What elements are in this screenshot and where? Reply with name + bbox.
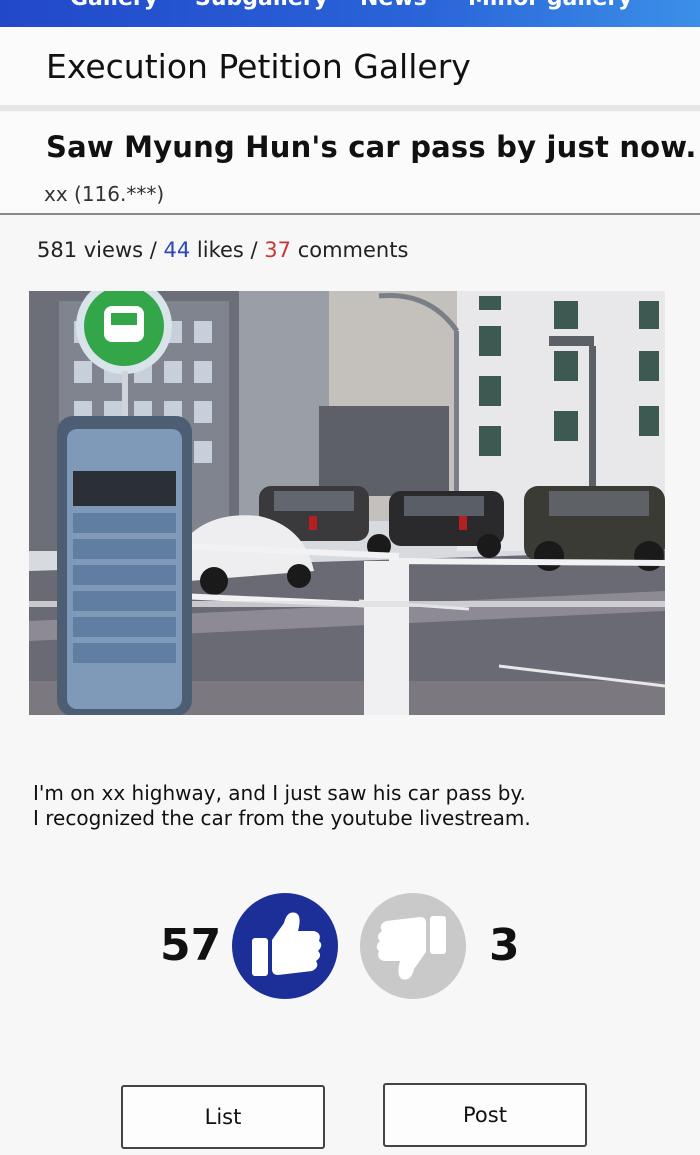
- downvote-button[interactable]: [360, 893, 466, 999]
- post-body-line: I'm on xx highway, and I just saw his ca…: [33, 781, 526, 805]
- post-body-line: I recognized the car from the youtube li…: [33, 806, 531, 830]
- thumbs-down-icon: [376, 916, 446, 980]
- post-image: [29, 291, 665, 715]
- post-stats: 581 views / 44 likes / 37 comments: [37, 238, 408, 262]
- post-author: xx (116.***): [44, 182, 165, 206]
- likes-count: 44: [163, 238, 191, 262]
- post-title: Saw Myung Hun's car pass by just now.: [46, 130, 697, 164]
- post-header: Saw Myung Hun's car pass by just now. xx…: [0, 112, 700, 215]
- street-scene-illustration: [29, 291, 665, 715]
- post-button[interactable]: Post: [383, 1083, 587, 1147]
- nav-item-news[interactable]: News: [360, 0, 427, 11]
- gallery-title[interactable]: Execution Petition Gallery: [46, 47, 471, 86]
- comments-label: comments: [291, 238, 409, 262]
- list-button[interactable]: List: [121, 1085, 325, 1149]
- stats-separator: /: [243, 238, 265, 262]
- top-navigation: Gallery Subgallery News Minor gallery: [0, 0, 700, 27]
- upvote-button[interactable]: [232, 893, 338, 999]
- upvote-count: 57: [160, 920, 222, 971]
- nav-item-subgallery[interactable]: Subgallery: [195, 0, 328, 11]
- likes-label: likes: [190, 238, 244, 262]
- gallery-header: Execution Petition Gallery: [0, 27, 700, 111]
- nav-item-minor-gallery[interactable]: Minor gallery: [468, 0, 633, 11]
- thumbs-up-icon: [252, 912, 322, 976]
- downvote-count: 3: [489, 920, 520, 971]
- post-body: I'm on xx highway, and I just saw his ca…: [33, 781, 531, 831]
- nav-item-gallery[interactable]: Gallery: [70, 0, 158, 11]
- stats-separator: /: [143, 238, 164, 262]
- comments-count: 37: [264, 238, 292, 262]
- views-count: 581 views: [37, 238, 144, 262]
